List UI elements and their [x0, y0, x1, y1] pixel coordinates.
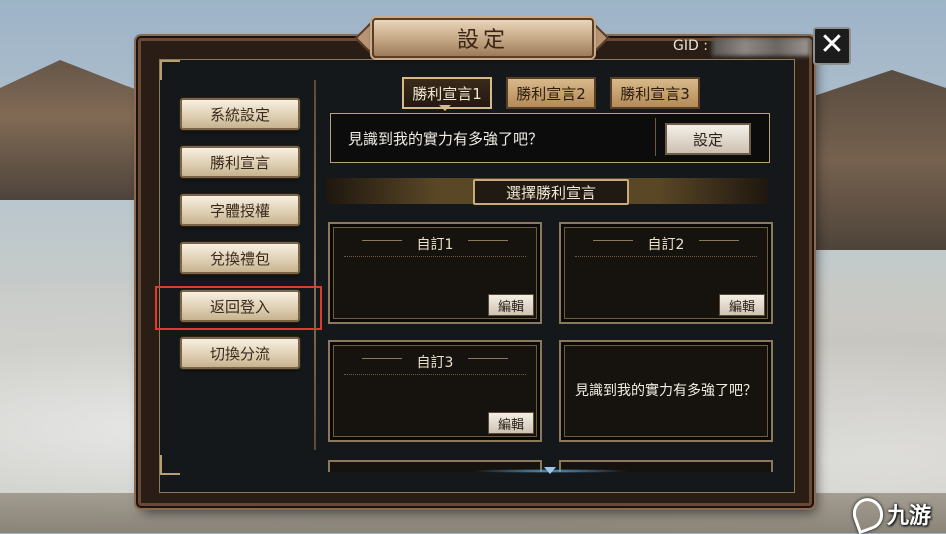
card-divider: [575, 256, 757, 257]
card-title: 自訂3: [416, 355, 454, 371]
dialog-title-plate: 設定: [372, 18, 594, 58]
tab-victory-quote-3[interactable]: 勝利宣言3: [610, 77, 700, 109]
quote-card-custom-2[interactable]: 自訂2 編輯: [559, 222, 773, 324]
gid-value-redacted: [712, 38, 810, 56]
dialog-title: 設定: [456, 28, 509, 53]
active-tab-pointer-icon: [439, 105, 451, 111]
corner-ornament: [160, 60, 180, 80]
card-title: 自訂1: [416, 237, 454, 253]
quote-divider: [655, 118, 656, 156]
card-divider: [344, 256, 526, 257]
menu-redeem-gift[interactable]: 兌換禮包: [180, 242, 300, 274]
tab-victory-quote-2[interactable]: 勝利宣言2: [506, 77, 596, 109]
section-header-label: 選擇勝利宣言: [473, 179, 629, 205]
corner-ornament: [160, 455, 180, 475]
menu-switch-server[interactable]: 切換分流: [180, 337, 300, 369]
set-quote-button[interactable]: 設定: [665, 123, 751, 155]
watermark-logo: 九游: [848, 493, 932, 534]
edit-button[interactable]: 編輯: [719, 294, 765, 316]
background-building-right: [811, 70, 946, 250]
menu-victory-quote[interactable]: 勝利宣言: [180, 146, 300, 178]
close-button[interactable]: ✕: [813, 27, 851, 65]
edit-button[interactable]: 編輯: [488, 412, 534, 434]
vertical-divider: [314, 80, 316, 450]
quote-card-custom-1[interactable]: 自訂1 編輯: [328, 222, 542, 324]
highlight-box: [155, 286, 322, 330]
current-quote-text: 見識到我的實力有多強了吧？: [348, 130, 544, 148]
watermark-text: 九游: [887, 504, 932, 529]
edit-button[interactable]: 編輯: [488, 294, 534, 316]
menu-font-license[interactable]: 字體授權: [180, 194, 300, 226]
logo-swirl-icon: [848, 493, 888, 534]
card-quote-text: 見識到我的實力有多強了吧？: [575, 383, 757, 399]
gid-label: GID :: [673, 38, 708, 54]
background-building-left: [0, 60, 150, 200]
quote-card-custom-3[interactable]: 自訂3 編輯: [328, 340, 542, 442]
card-title: 自訂2: [647, 237, 685, 253]
card-divider: [344, 374, 526, 375]
quote-card-preset[interactable]: 見識到我的實力有多強了吧？: [559, 340, 773, 442]
menu-system-settings[interactable]: 系統設定: [180, 98, 300, 130]
scroll-down-icon[interactable]: [544, 467, 556, 474]
